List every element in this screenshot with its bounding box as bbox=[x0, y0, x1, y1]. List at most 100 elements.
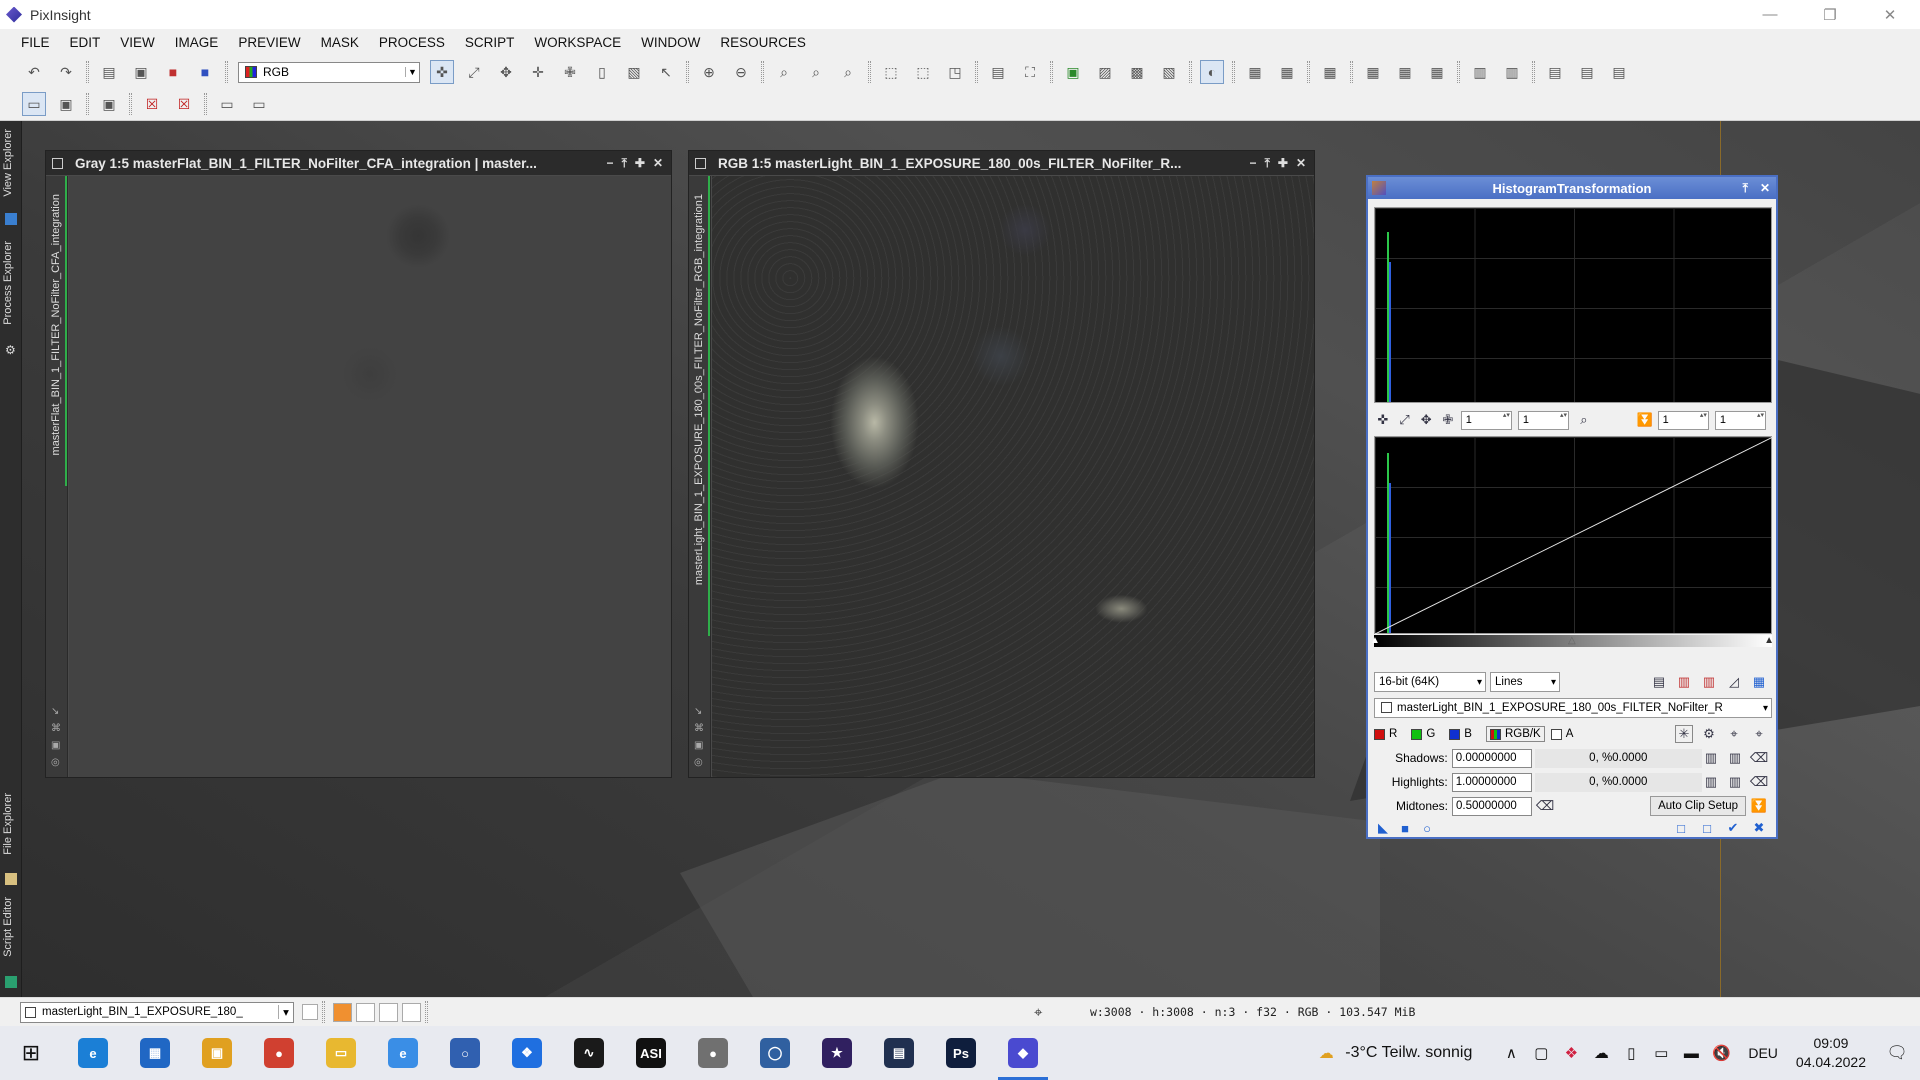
screen-settings-icon[interactable]: ▭ bbox=[247, 92, 271, 116]
close-icon[interactable]: ✕ bbox=[653, 156, 663, 171]
process-icon-14[interactable]: ▤ bbox=[1575, 60, 1599, 84]
double-chevron-down-icon[interactable]: ⏬ bbox=[1636, 411, 1654, 429]
reset-icon[interactable]: ⌫ bbox=[1536, 797, 1554, 815]
zoom-in-icon[interactable]: ⊕ bbox=[697, 60, 721, 84]
app-tray-icon[interactable]: ❖ bbox=[1560, 1044, 1582, 1062]
process-icon-12[interactable]: ▥ bbox=[1500, 60, 1524, 84]
chevron-up-icon[interactable]: ∧ bbox=[1500, 1044, 1522, 1062]
image-canvas[interactable] bbox=[69, 176, 671, 777]
pan-icon[interactable]: ✥ bbox=[1417, 411, 1435, 429]
tab-file-explorer[interactable]: File Explorer bbox=[2, 793, 14, 855]
menu-image[interactable]: IMAGE bbox=[165, 35, 229, 50]
histogram-transformation-window[interactable]: HistogramTransformation ⤒ ✕ ✜ ⤢ ✥ ✙ 1 1 … bbox=[1366, 175, 1778, 839]
tab-script-editor[interactable]: Script Editor bbox=[2, 897, 14, 957]
highlights-slider-handle[interactable]: ▲ bbox=[1764, 635, 1774, 646]
taskbar-app-app-orbit[interactable]: ◯ bbox=[744, 1026, 806, 1080]
zoom-fit-icon[interactable]: ⤢ bbox=[462, 60, 486, 84]
network-icon[interactable]: ▭ bbox=[1650, 1044, 1672, 1062]
channel-rgbk-toggle[interactable]: RGB/K bbox=[1485, 726, 1545, 742]
zoom-out-icon[interactable]: ⊖ bbox=[729, 60, 753, 84]
start-button[interactable]: ⊞ bbox=[0, 1026, 62, 1080]
apply-check-icon[interactable]: ✔ bbox=[1724, 819, 1742, 837]
menu-resources[interactable]: RESOURCES bbox=[710, 35, 816, 50]
process-icon-2[interactable]: ▨ bbox=[1093, 60, 1117, 84]
minimize-icon[interactable]: − bbox=[1250, 156, 1257, 171]
input-histogram[interactable] bbox=[1374, 207, 1772, 403]
reset-instance-icon[interactable]: □ bbox=[1672, 819, 1690, 837]
process-icon-4[interactable]: ▧ bbox=[1157, 60, 1181, 84]
taskbar-app-app-blue-round[interactable]: ○ bbox=[434, 1026, 496, 1080]
browse-documentation-icon[interactable]: □ bbox=[1698, 819, 1716, 837]
menu-process[interactable]: PROCESS bbox=[369, 35, 455, 50]
vertical-zoom-input[interactable]: 1 bbox=[1517, 410, 1570, 430]
move-icon[interactable]: ✙ bbox=[1439, 411, 1457, 429]
move-icon[interactable]: ✙ bbox=[558, 60, 582, 84]
device-icon[interactable]: ▢ bbox=[1530, 1044, 1552, 1062]
shadows-slider-handle[interactable]: ▲ bbox=[1370, 635, 1380, 646]
image-window-header[interactable]: RGB 1:5 masterLight_BIN_1_EXPOSURE_180_0… bbox=[689, 151, 1314, 175]
channel-b-toggle[interactable]: B bbox=[1449, 728, 1472, 740]
close-icon[interactable]: ✕ bbox=[1296, 156, 1306, 171]
close-icon[interactable]: ✕ bbox=[1760, 181, 1770, 196]
fit-view-icon[interactable]: ⬚ bbox=[879, 60, 903, 84]
display-channel-icon[interactable]: ▣ bbox=[54, 92, 78, 116]
menu-view[interactable]: VIEW bbox=[110, 35, 165, 50]
rgb-histogram-icon[interactable]: ▥ bbox=[1700, 673, 1718, 691]
zoom-icon[interactable]: ⌕ bbox=[772, 60, 796, 84]
usb-icon[interactable]: ▯ bbox=[1620, 1044, 1642, 1062]
histogram-window-header[interactable]: HistogramTransformation ⤒ ✕ bbox=[1368, 177, 1776, 199]
maximize-icon[interactable]: ✚ bbox=[635, 156, 645, 171]
grid-icon[interactable]: ▦ bbox=[1750, 673, 1768, 691]
reset-icon[interactable]: ⌫ bbox=[1750, 749, 1768, 767]
resolution-select[interactable]: 16-bit (64K) bbox=[1374, 672, 1486, 692]
taskbar-app-app-galaxy[interactable]: ★ bbox=[806, 1026, 868, 1080]
shade-icon[interactable]: ⤒ bbox=[1265, 156, 1270, 171]
process-icon-5[interactable]: ▦ bbox=[1243, 60, 1267, 84]
process-icon-1[interactable]: ▣ bbox=[1061, 60, 1085, 84]
taskbar-app-dropbox[interactable]: ❖ bbox=[496, 1026, 558, 1080]
midtones-slider-handle[interactable]: △ bbox=[1568, 635, 1576, 646]
stf-icon[interactable]: ◐ bbox=[1200, 60, 1224, 84]
channels-icon[interactable]: ■ bbox=[193, 60, 217, 84]
reset-target-icon[interactable]: ⌖ bbox=[1750, 725, 1768, 743]
process-icon-10[interactable]: ▦ bbox=[1425, 60, 1449, 84]
image-properties-icon[interactable]: ▤ bbox=[97, 60, 121, 84]
redo-icon[interactable]: ↷ bbox=[54, 60, 78, 84]
image-window-rgb[interactable]: RGB 1:5 masterLight_BIN_1_EXPOSURE_180_0… bbox=[688, 150, 1315, 778]
auto-clip-setup-button[interactable]: Auto Clip Setup bbox=[1650, 796, 1746, 816]
menu-edit[interactable]: EDIT bbox=[60, 35, 111, 50]
taskbar-app-ie[interactable]: e bbox=[372, 1026, 434, 1080]
readout-icon[interactable]: ✜ bbox=[1374, 411, 1392, 429]
transfer-slider-track[interactable]: ▲ △ ▲ bbox=[1370, 635, 1774, 647]
new-preview-icon[interactable]: ▧ bbox=[622, 60, 646, 84]
histogram-icon[interactable]: ▥ bbox=[1702, 749, 1720, 767]
image-window-header[interactable]: Gray 1:5 masterFlat_BIN_1_FILTER_NoFilte… bbox=[46, 151, 671, 175]
output-histogram[interactable] bbox=[1374, 436, 1773, 635]
taskbar-app-store[interactable]: ▦ bbox=[124, 1026, 186, 1080]
fit-window-icon[interactable]: ⬚ bbox=[911, 60, 935, 84]
remove-icon[interactable]: ☒ bbox=[140, 92, 164, 116]
zoom-2-1-icon[interactable]: ⌕ bbox=[836, 60, 860, 84]
midtones-input[interactable]: 0.50000000 bbox=[1452, 796, 1532, 816]
menu-mask[interactable]: MASK bbox=[311, 35, 369, 50]
pointer-icon[interactable]: ↖ bbox=[654, 60, 678, 84]
taskbar-app-app-red-curve[interactable]: ∿ bbox=[558, 1026, 620, 1080]
window-arrange-icon[interactable]: ◳ bbox=[943, 60, 967, 84]
mask-icon[interactable]: ■ bbox=[161, 60, 185, 84]
new-instance-icon[interactable]: ◣ bbox=[1374, 819, 1392, 837]
display-icon[interactable]: ▭ bbox=[22, 92, 46, 116]
notification-icon[interactable]: 🗨 bbox=[1886, 1043, 1908, 1063]
output-vertical-zoom-input[interactable]: 1 bbox=[1714, 410, 1766, 430]
taskbar-app-photoshop[interactable]: Ps bbox=[930, 1026, 992, 1080]
status-view-select[interactable]: masterLight_BIN_1_EXPOSURE_180_ bbox=[20, 1001, 294, 1023]
taskbar-app-app-image[interactable]: ▤ bbox=[868, 1026, 930, 1080]
channel-select[interactable]: RGB ▼ bbox=[238, 61, 420, 83]
restore-button[interactable]: ❐ bbox=[1800, 0, 1860, 29]
menu-script[interactable]: SCRIPT bbox=[455, 35, 525, 50]
shade-icon[interactable]: ⤒ bbox=[622, 156, 627, 171]
undo-icon[interactable]: ↶ bbox=[22, 60, 46, 84]
close-button[interactable]: ✕ bbox=[1860, 0, 1920, 29]
histogram-bars-icon[interactable]: ▥ bbox=[1675, 673, 1693, 691]
image-canvas[interactable] bbox=[712, 176, 1314, 777]
language-indicator[interactable]: DEU bbox=[1748, 1045, 1778, 1061]
